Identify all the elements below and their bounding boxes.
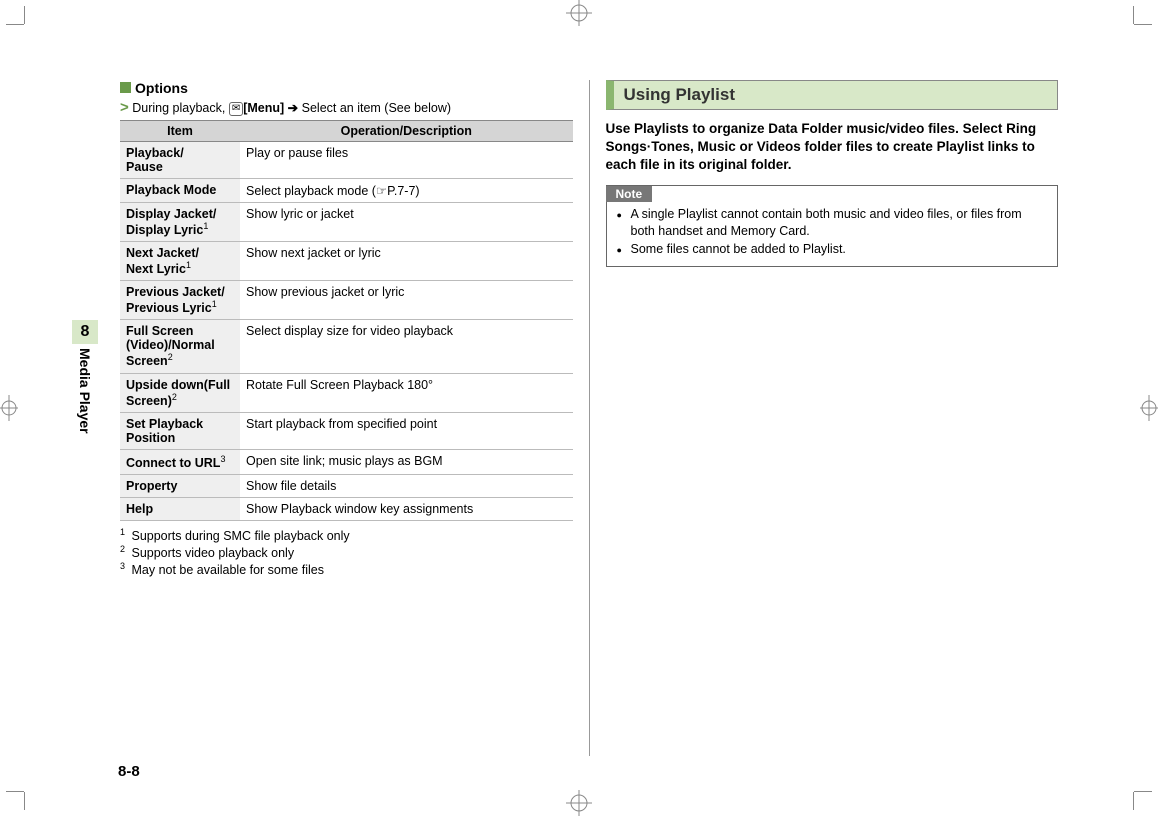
item-cell: Display Jacket/Display Lyric1 — [120, 203, 240, 242]
right-column: Using Playlist Use Playlists to organize… — [596, 80, 1069, 756]
footnote: 2 Supports video playback only — [120, 544, 573, 560]
page-number: 8-8 — [118, 763, 140, 780]
item-cell: Playback Mode — [120, 179, 240, 203]
desc-cell: Select display size for video playback — [240, 320, 573, 373]
table-row: Next Jacket/Next Lyric1Show next jacket … — [120, 242, 573, 281]
footnote-ref: 1 — [203, 221, 208, 231]
desc-cell: Show next jacket or lyric — [240, 242, 573, 281]
options-label: Options — [135, 80, 188, 96]
item-cell: Full Screen (Video)/Normal Screen2 — [120, 320, 240, 373]
desc-cell: Show lyric or jacket — [240, 203, 573, 242]
column-divider — [589, 80, 590, 756]
instruction-suffix: Select an item (See below) — [298, 101, 451, 115]
table-row: Playback ModeSelect playback mode (☞P.7-… — [120, 179, 573, 203]
footnote-ref: 1 — [212, 299, 217, 309]
footnote-ref: 2 — [172, 392, 177, 402]
square-bullet-icon — [120, 82, 131, 93]
options-instruction: > During playback, ✉[Menu] ➔ Select an i… — [120, 99, 573, 116]
table-row: Upside down(Full Screen)2Rotate Full Scr… — [120, 373, 573, 412]
instruction-prefix: During playback, — [132, 101, 229, 115]
note-item: Some files cannot be added to Playlist. — [617, 241, 1048, 258]
desc-cell: Rotate Full Screen Playback 180° — [240, 373, 573, 412]
section-intro: Use Playlists to organize Data Folder mu… — [606, 120, 1059, 175]
table-row: Set Playback PositionStart playback from… — [120, 412, 573, 449]
table-row: Display Jacket/Display Lyric1Show lyric … — [120, 203, 573, 242]
item-cell: Next Jacket/Next Lyric1 — [120, 242, 240, 281]
footnote-ref: 3 — [220, 454, 225, 464]
desc-cell: Open site link; music plays as BGM — [240, 449, 573, 474]
footnote: 1 Supports during SMC file playback only — [120, 527, 573, 543]
table-row: Full Screen (Video)/Normal Screen2Select… — [120, 320, 573, 373]
desc-cell: Start playback from specified point — [240, 412, 573, 449]
item-cell: Help — [120, 497, 240, 520]
item-cell: Playback/Pause — [120, 142, 240, 179]
item-cell: Upside down(Full Screen)2 — [120, 373, 240, 412]
page-content: Options > During playback, ✉[Menu] ➔ Sel… — [90, 80, 1068, 756]
table-row: HelpShow Playback window key assignments — [120, 497, 573, 520]
th-desc: Operation/Description — [240, 121, 573, 142]
left-column: Options > During playback, ✉[Menu] ➔ Sel… — [90, 80, 583, 756]
table-row: PropertyShow file details — [120, 474, 573, 497]
section-heading: Using Playlist — [606, 80, 1059, 110]
desc-cell: Show previous jacket or lyric — [240, 281, 573, 320]
options-heading: Options — [120, 80, 573, 96]
table-row: Connect to URL3Open site link; music pla… — [120, 449, 573, 474]
desc-cell: Show Playback window key assignments — [240, 497, 573, 520]
note-item: A single Playlist cannot contain both mu… — [617, 206, 1048, 240]
footnotes: 1 Supports during SMC file playback only… — [120, 527, 573, 577]
note-label: Note — [606, 186, 653, 202]
chevron-right-icon: > — [120, 99, 129, 116]
mail-key-icon: ✉ — [229, 102, 243, 116]
table-row: Previous Jacket/Previous Lyric1Show prev… — [120, 281, 573, 320]
footnote-ref: 2 — [168, 352, 173, 362]
desc-cell: Select playback mode (☞P.7-7) — [240, 179, 573, 203]
note-box: Note A single Playlist cannot contain bo… — [606, 185, 1059, 268]
desc-cell: Play or pause files — [240, 142, 573, 179]
item-cell: Set Playback Position — [120, 412, 240, 449]
desc-cell: Show file details — [240, 474, 573, 497]
item-cell: Property — [120, 474, 240, 497]
footnote-ref: 1 — [186, 260, 191, 270]
table-row: Playback/PausePlay or pause files — [120, 142, 573, 179]
options-table: Item Operation/Description Playback/Paus… — [120, 120, 573, 521]
arrow-right-icon: ➔ — [288, 101, 298, 115]
menu-label: [Menu] — [243, 101, 284, 115]
footnote: 3 May not be available for some files — [120, 561, 573, 577]
item-cell: Connect to URL3 — [120, 449, 240, 474]
item-cell: Previous Jacket/Previous Lyric1 — [120, 281, 240, 320]
th-item: Item — [120, 121, 240, 142]
